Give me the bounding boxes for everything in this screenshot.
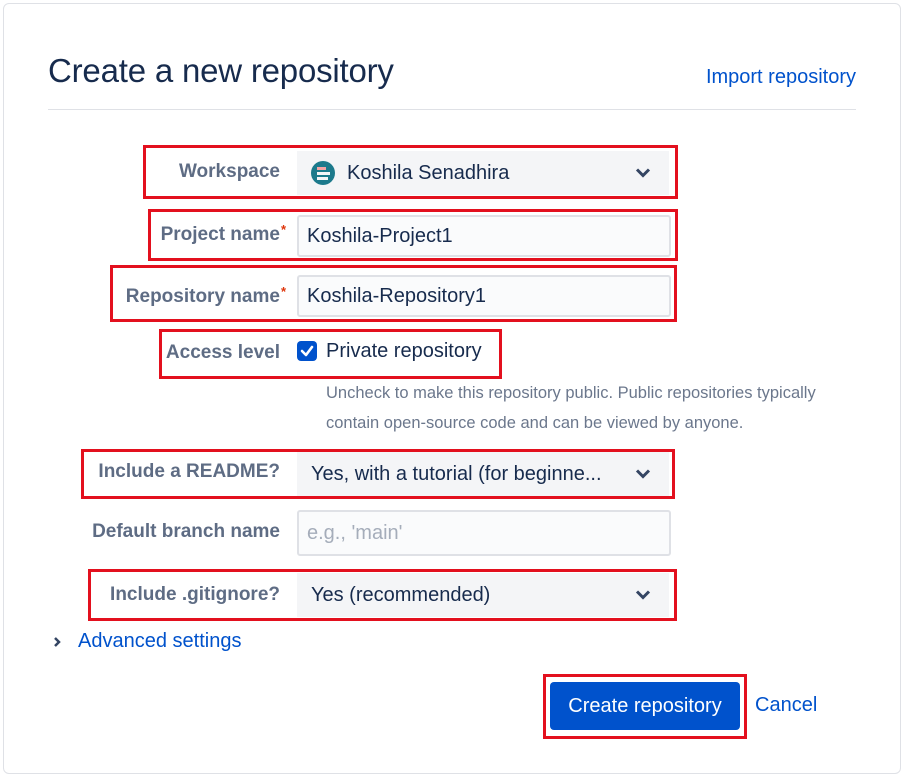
cancel-link[interactable]: Cancel xyxy=(755,694,817,717)
advanced-settings-label: Advanced settings xyxy=(78,630,242,652)
default-branch-label: Default branch name xyxy=(92,521,280,542)
repository-name-label-text: Repository name xyxy=(125,286,280,307)
chevron-down-icon xyxy=(635,590,651,600)
checkmark-icon xyxy=(300,345,314,357)
private-repository-label[interactable]: Private repository xyxy=(326,340,482,363)
chevron-right-icon xyxy=(54,636,61,647)
private-repository-checkbox[interactable] xyxy=(297,341,317,361)
import-repository-link[interactable]: Import repository xyxy=(706,66,856,89)
gitignore-select[interactable]: Yes (recommended) xyxy=(297,573,669,617)
project-name-label: Project name* xyxy=(160,222,286,246)
required-asterisk: * xyxy=(280,284,286,299)
readme-select[interactable]: Yes, with a tutorial (for beginne... xyxy=(297,452,669,496)
create-repository-button[interactable]: Create repository xyxy=(550,682,740,730)
readme-value: Yes, with a tutorial (for beginne... xyxy=(311,462,602,485)
readme-label: Include a README? xyxy=(98,461,280,482)
advanced-settings-toggle[interactable]: Advanced settings xyxy=(52,630,241,653)
workspace-label: Workspace xyxy=(178,161,280,182)
chevron-down-icon xyxy=(635,168,651,178)
required-asterisk: * xyxy=(280,222,286,237)
default-branch-placeholder: e.g., 'main' xyxy=(307,521,403,544)
default-branch-input[interactable]: e.g., 'main' xyxy=(297,510,671,556)
access-level-label: Access level xyxy=(165,342,280,363)
workspace-select[interactable]: Koshila Senadhira xyxy=(297,151,669,195)
gitignore-value: Yes (recommended) xyxy=(311,583,491,606)
page-title: Create a new repository xyxy=(48,52,394,89)
project-name-value: Koshila-Project1 xyxy=(307,224,453,247)
header-divider xyxy=(48,109,856,110)
repository-name-label: Repository name* xyxy=(125,284,286,308)
chevron-down-icon xyxy=(635,469,651,479)
workspace-avatar-icon xyxy=(311,161,335,185)
project-name-label-text: Project name xyxy=(160,224,280,245)
repository-name-input[interactable]: Koshila-Repository1 xyxy=(297,275,671,317)
gitignore-label: Include .gitignore? xyxy=(110,584,280,605)
workspace-value: Koshila Senadhira xyxy=(347,161,510,184)
access-level-help-text: Uncheck to make this repository public. … xyxy=(326,384,816,432)
project-name-input[interactable]: Koshila-Project1 xyxy=(297,215,671,257)
repository-name-value: Koshila-Repository1 xyxy=(307,284,486,307)
